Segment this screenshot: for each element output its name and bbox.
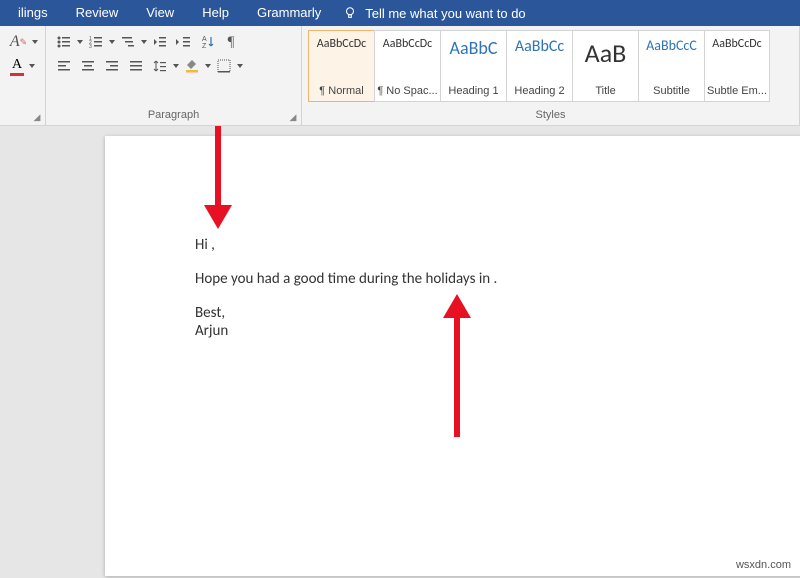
show-hide-marks-button[interactable]: ¶ xyxy=(221,31,241,53)
align-right-button[interactable] xyxy=(101,55,123,77)
paragraph-group: 123 AZ ¶ Paragraph ◢ xyxy=(46,26,302,125)
style-name: Title xyxy=(595,85,615,97)
shading-button[interactable] xyxy=(181,55,203,77)
bullets-dropdown[interactable] xyxy=(76,31,84,53)
tab-mailings[interactable]: ilings xyxy=(4,0,62,26)
style-name: ¶ No Spac... xyxy=(377,85,437,97)
doc-line-name[interactable]: Arjun xyxy=(195,322,800,340)
document-area: Hi , Hope you had a good time during the… xyxy=(0,126,800,578)
clear-formatting-dropdown[interactable] xyxy=(31,31,39,53)
style-item-heading-2[interactable]: AaBbCc Heading 2 xyxy=(506,30,572,102)
tab-help[interactable]: Help xyxy=(188,0,243,26)
doc-line-signoff[interactable]: Best, xyxy=(195,304,800,322)
ribbon: A✎ A ◢ 123 AZ ¶ xyxy=(0,26,800,126)
tab-grammarly[interactable]: Grammarly xyxy=(243,0,335,26)
paragraph-dialog-launcher[interactable]: ◢ xyxy=(287,111,299,123)
style-preview: AaBbCcDc xyxy=(712,37,761,51)
svg-text:3: 3 xyxy=(89,44,92,50)
numbering-dropdown[interactable] xyxy=(108,31,116,53)
style-gallery: AaBbCcDc¶ NormalAaBbCcDc¶ No Spac...AaBb… xyxy=(308,30,793,102)
styles-group-label: Styles xyxy=(308,107,793,123)
clear-formatting-button[interactable]: A✎ xyxy=(7,31,30,53)
styles-group: AaBbCcDc¶ NormalAaBbCcDc¶ No Spac...AaBb… xyxy=(302,26,800,125)
svg-text:A: A xyxy=(202,36,207,43)
style-name: Subtitle xyxy=(653,85,690,97)
lightbulb-icon xyxy=(343,6,357,20)
style-item--no-spac-[interactable]: AaBbCcDc ¶ No Spac... xyxy=(374,30,440,102)
watermark: wsxdn.com xyxy=(733,558,794,572)
annotation-arrow-down xyxy=(204,126,232,229)
tab-view[interactable]: View xyxy=(132,0,188,26)
ribbon-tabs: ilings Review View Help Grammarly Tell m… xyxy=(0,0,800,26)
borders-button[interactable] xyxy=(213,55,235,77)
style-item-heading-1[interactable]: AaBbC Heading 1 xyxy=(440,30,506,102)
align-center-button[interactable] xyxy=(77,55,99,77)
decrease-indent-button[interactable] xyxy=(149,31,171,53)
style-item--normal[interactable]: AaBbCcDc ¶ Normal xyxy=(308,30,374,102)
doc-line-body[interactable]: Hope you had a good time during the holi… xyxy=(195,270,800,288)
style-preview: AaBbCcC xyxy=(646,37,697,54)
annotation-arrow-up xyxy=(443,294,471,434)
justify-button[interactable] xyxy=(125,55,147,77)
sort-button[interactable]: AZ xyxy=(197,31,219,53)
svg-text:Z: Z xyxy=(202,43,207,50)
multilevel-dropdown[interactable] xyxy=(140,31,148,53)
document-page[interactable]: Hi , Hope you had a good time during the… xyxy=(105,136,800,576)
style-preview: AaBbC xyxy=(450,37,498,59)
style-preview: AaBbCcDc xyxy=(317,37,366,51)
style-item-title[interactable]: AaB Title xyxy=(572,30,638,102)
font-color-button[interactable]: A xyxy=(7,55,27,77)
borders-dropdown[interactable] xyxy=(236,55,244,77)
numbering-button[interactable]: 123 xyxy=(85,31,107,53)
style-name: Subtle Em... xyxy=(707,85,767,97)
style-preview: AaBbCc xyxy=(515,37,564,56)
align-left-button[interactable] xyxy=(53,55,75,77)
style-name: Heading 1 xyxy=(448,85,498,97)
multilevel-list-button[interactable] xyxy=(117,31,139,53)
tab-review[interactable]: Review xyxy=(62,0,133,26)
style-preview: AaB xyxy=(585,37,627,69)
font-group-fragment: A✎ A ◢ xyxy=(0,26,46,125)
style-item-subtitle[interactable]: AaBbCcC Subtitle xyxy=(638,30,704,102)
bullets-button[interactable] xyxy=(53,31,75,53)
line-spacing-dropdown[interactable] xyxy=(172,55,180,77)
tell-me-text: Tell me what you want to do xyxy=(365,6,525,21)
doc-line-greeting[interactable]: Hi , xyxy=(195,236,800,254)
increase-indent-button[interactable] xyxy=(173,31,195,53)
shading-dropdown[interactable] xyxy=(204,55,212,77)
style-name: Heading 2 xyxy=(514,85,564,97)
tell-me-search[interactable]: Tell me what you want to do xyxy=(343,6,525,21)
style-item-subtle-em-[interactable]: AaBbCcDc Subtle Em... xyxy=(704,30,770,102)
font-dialog-launcher[interactable]: ◢ xyxy=(31,111,43,123)
paragraph-group-label: Paragraph xyxy=(52,107,295,123)
line-spacing-button[interactable] xyxy=(149,55,171,77)
style-preview: AaBbCcDc xyxy=(383,37,432,51)
font-color-dropdown[interactable] xyxy=(28,55,36,77)
style-name: ¶ Normal xyxy=(319,85,363,97)
